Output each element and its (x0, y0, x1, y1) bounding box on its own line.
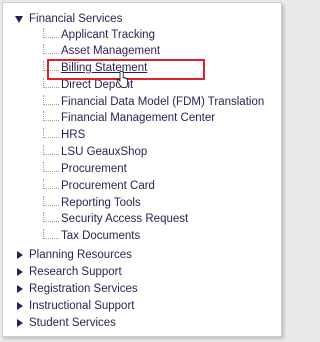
hand-pointer-icon (116, 71, 128, 88)
tree-child-label[interactable]: Reporting Tools (61, 196, 141, 211)
tree-item-label: Research Support (29, 266, 122, 278)
tree-connector (43, 212, 59, 222)
tree-child-label[interactable]: Procurement (61, 162, 127, 177)
tree-connector (43, 128, 59, 138)
tree-connector (43, 111, 59, 121)
triangle-right-icon[interactable] (17, 285, 23, 293)
tree-connector (43, 95, 59, 105)
navigation-tree-panel: Financial Services Applicant Tracking As… (2, 2, 282, 337)
tree-child-label[interactable]: Applicant Tracking (61, 28, 155, 43)
triangle-right-icon[interactable] (17, 319, 23, 327)
tree-child-label[interactable]: Tax Documents (61, 229, 140, 244)
tree-connector (43, 28, 59, 38)
tree-child-label[interactable]: Asset Management (61, 44, 160, 59)
tree-child-label[interactable]: Procurement Card (61, 179, 155, 194)
tree-child-label[interactable]: Security Access Request (61, 212, 188, 227)
tree-item-label: Registration Services (29, 283, 138, 295)
tree-child-label[interactable]: LSU GeauxShop (61, 145, 147, 160)
triangle-right-icon[interactable] (17, 268, 23, 276)
triangle-right-icon[interactable] (17, 251, 23, 259)
tree-child-label[interactable]: HRS (61, 128, 85, 143)
triangle-down-icon[interactable] (15, 16, 23, 23)
tree-connector (43, 179, 59, 189)
tree-item-label: Financial Services (29, 13, 123, 25)
tree-child-label[interactable]: Financial Management Center (61, 111, 215, 126)
tree-item-label: Planning Resources (29, 249, 132, 261)
tree-connector (43, 145, 59, 155)
tree-item-label: Student Services (29, 317, 116, 329)
tree-connector (43, 44, 59, 54)
triangle-right-icon[interactable] (17, 302, 23, 310)
tree-connector (43, 196, 59, 206)
tree-child-label[interactable]: Financial Data Model (FDM) Translation (61, 95, 264, 110)
tree-connector (43, 162, 59, 172)
tree-connector (43, 229, 59, 239)
tree-item-label: Instructional Support (29, 300, 135, 312)
